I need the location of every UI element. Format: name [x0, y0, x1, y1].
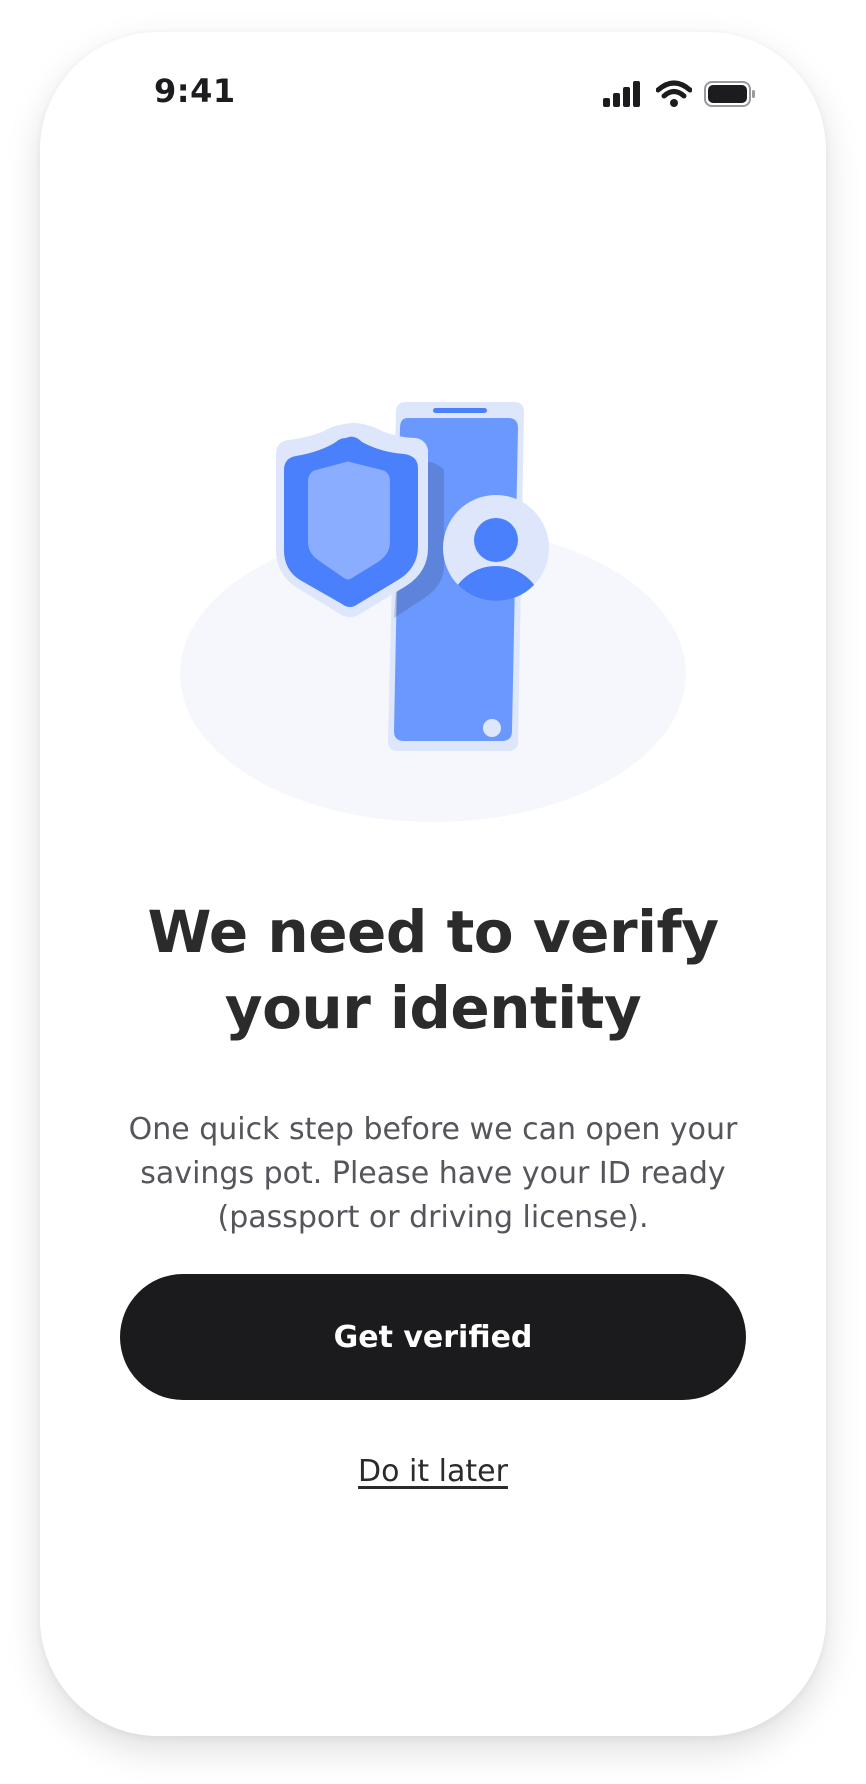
- page-description: One quick step before we can open your s…: [128, 1112, 738, 1235]
- phone-frame: 9:41 We need to verify your identity One…: [40, 32, 826, 1736]
- battery-icon: [704, 81, 755, 107]
- page-title: We need to verify your identity: [147, 898, 719, 1042]
- wifi-icon: [656, 80, 692, 107]
- get-verified-button[interactable]: Get verified: [120, 1274, 746, 1400]
- status-icons: [602, 78, 758, 110]
- cellular-signal-icon: [603, 81, 640, 107]
- status-time: 9:41: [154, 72, 236, 110]
- identity-illustration: [180, 402, 686, 822]
- do-it-later-link[interactable]: Do it later: [283, 1454, 583, 1489]
- status-bar: 9:41: [40, 32, 826, 162]
